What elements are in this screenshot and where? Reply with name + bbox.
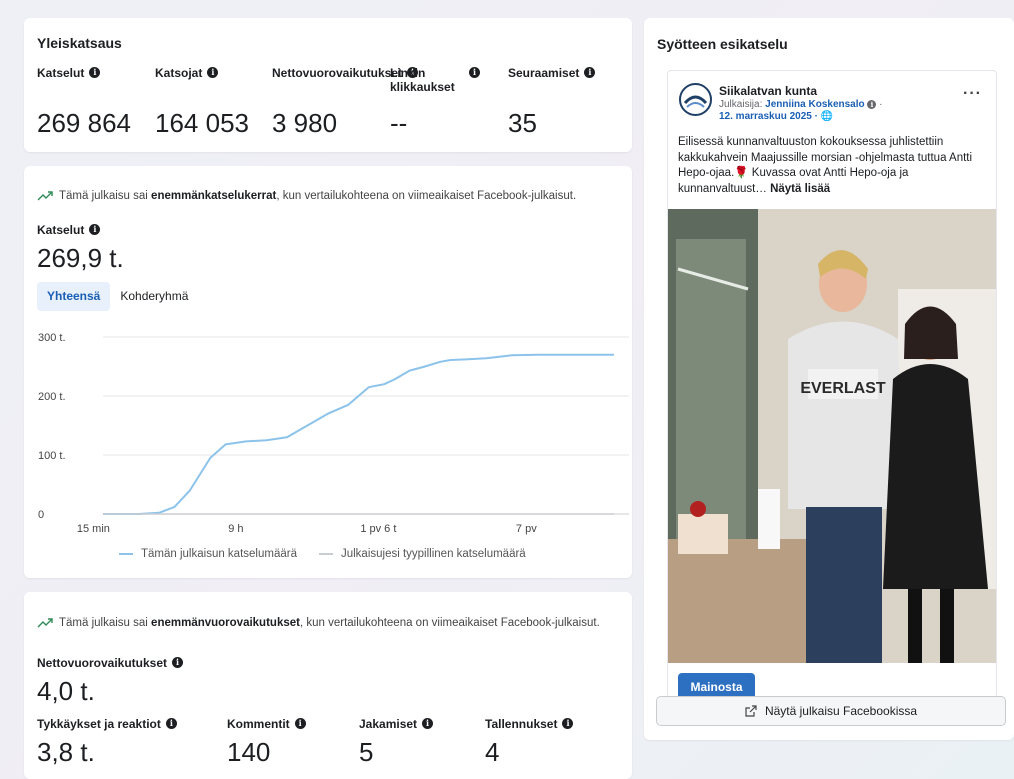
overview-title: Yleiskatsaus xyxy=(37,35,122,51)
legend-swatch xyxy=(119,553,133,555)
publisher-prefix: Julkaisija: xyxy=(719,99,766,110)
y-tick-label: 200 t. xyxy=(38,391,66,403)
metric-label: Tykkäykset ja reaktiot xyxy=(37,717,161,731)
trend-suffix: , kun vertailukohteena on viimeaikaiset … xyxy=(299,617,600,629)
trend-suffix: , kun vertailukohteena on viimeaikaiset … xyxy=(276,190,577,202)
overview-card: Yleiskatsaus Katselut i 269 864 Katsojat i… xyxy=(24,18,632,152)
metric-link-clicks: Linkin klikkaukset i -- xyxy=(390,66,480,138)
legend-label: Julkaisujesi tyypillinen katselumäärä xyxy=(340,548,526,560)
x-tick-label: 7 pv xyxy=(516,523,537,535)
trending-up-icon xyxy=(37,191,53,201)
views-card: Tämä julkaisu sai enemmänkatselukerrat, … xyxy=(24,166,632,578)
metric-label: Katselut xyxy=(37,66,85,80)
promote-button[interactable]: Mainosta xyxy=(678,673,755,697)
metric-label: Kommentit xyxy=(227,717,290,731)
post-date-line: 12. marraskuu 2025 · 🌐 xyxy=(719,111,833,122)
metric-label: Linkin klikkaukset xyxy=(390,66,455,94)
info-icon[interactable]: i xyxy=(584,67,596,78)
x-tick-label: 9 h xyxy=(228,523,243,535)
info-icon[interactable]: i xyxy=(469,67,480,78)
views-value: 269,9 t. xyxy=(37,243,124,273)
trend-prefix: Tämä julkaisu sai xyxy=(59,190,152,202)
metric-shares: Jakamiset i 5 xyxy=(359,717,434,767)
net-interactions-label: Nettovuorovaikutukset xyxy=(37,656,168,670)
publisher-link[interactable]: Jenniina Koskensalo xyxy=(765,99,864,110)
legend-label: Tämän julkaisun katselumäärä xyxy=(141,548,297,560)
metric-label: Seuraamiset xyxy=(508,66,580,80)
x-tick-label: 1 pv 6 t xyxy=(360,523,396,535)
more-options-icon[interactable]: ··· xyxy=(963,85,982,103)
municipality-logo-icon xyxy=(682,86,709,113)
metric-value: 3 980 xyxy=(272,108,338,138)
legend-swatch xyxy=(318,553,333,555)
views-line-chart: 0 100 t. 200 t. 300 t. 15 min 9 h 1 pv 6 t 7 pv xyxy=(38,332,629,535)
views-tabs: Yhteensä Kohderyhmä xyxy=(37,282,198,311)
tab-audience[interactable]: Kohderyhmä xyxy=(110,282,198,311)
preview-title: Syötteen esikatselu xyxy=(657,36,788,52)
post-date[interactable]: 12. marraskuu 2025 · xyxy=(719,111,818,122)
legend-item-typical: Julkaisujesi tyypillinen katselumäärä xyxy=(318,548,526,560)
post-preview: Siikalatvan kunta Julkaisija: Jenniina K… xyxy=(667,70,997,698)
metric-net-interactions: Nettovuorovaikutukset i 3 980 xyxy=(272,66,419,138)
feed-preview-card: Syötteen esikatselu Siikalatvan kunta Ju… xyxy=(644,18,1014,740)
info-icon[interactable]: i xyxy=(89,224,101,235)
page-name[interactable]: Siikalatvan kunta xyxy=(719,84,817,98)
views-trend-note: Tämä julkaisu sai enemmänkatselukerrat, … xyxy=(37,190,576,202)
info-icon[interactable]: i xyxy=(89,67,101,78)
tab-total[interactable]: Yhteensä xyxy=(37,282,111,311)
metric-label: Nettovuorovaikutukset xyxy=(272,66,403,80)
interactions-trend-note: Tämä julkaisu sai enemmänvuorovaikutukse… xyxy=(37,617,600,629)
info-icon[interactable]: i xyxy=(207,67,219,78)
view-on-facebook-button[interactable]: Näytä julkaisu Facebookissa xyxy=(656,696,1006,726)
net-interactions-value: 4,0 t. xyxy=(37,676,95,706)
trend-bold: enemmänvuorovaikutukset xyxy=(151,617,300,629)
metric-value: 4 xyxy=(485,737,500,767)
info-icon[interactable]: i xyxy=(562,718,574,729)
metric-value: 164 053 xyxy=(155,108,249,138)
post-text: Eilisessä kunnanvaltuuston kokouksessa j… xyxy=(678,135,990,197)
page-avatar[interactable] xyxy=(679,83,712,116)
external-link-icon xyxy=(745,705,757,717)
chart-legend: Tämän julkaisun katselumäärä Julkaisujes… xyxy=(119,548,526,560)
view-on-facebook-label: Näytä julkaisu Facebookissa xyxy=(764,704,918,718)
metric-label: Tallennukset xyxy=(485,717,558,731)
metric-reactions: Tykkäykset ja reaktiot i 3,8 t. xyxy=(37,717,177,767)
metric-views: Katselut i 269 864 xyxy=(37,66,167,138)
metric-follows: Seuraamiset i 35 xyxy=(508,66,638,138)
metric-value: 3,8 t. xyxy=(37,737,95,767)
interactions-card: Tämä julkaisu sai enemmänvuorovaikutukse… xyxy=(24,592,632,779)
metric-viewers: Katsojat i 164 053 xyxy=(155,66,285,138)
trending-up-icon xyxy=(37,618,53,628)
views-label: Katselut xyxy=(37,223,85,237)
metric-value: 35 xyxy=(508,108,537,138)
metric-label: Jakamiset xyxy=(359,717,418,731)
see-more-link[interactable]: Näytä lisää xyxy=(770,183,830,195)
trend-prefix: Tämä julkaisu sai xyxy=(59,617,152,629)
y-tick-label: 300 t. xyxy=(38,332,66,344)
shirt-print: EVERLAST xyxy=(800,380,886,397)
x-tick-label: 15 min xyxy=(77,523,110,535)
metric-label: Katsojat xyxy=(155,66,203,80)
y-tick-label: 100 t. xyxy=(38,450,66,462)
series-line-this-post xyxy=(103,353,614,515)
post-photo[interactable]: EVERLAST xyxy=(668,209,997,663)
info-icon[interactable]: i xyxy=(172,657,184,668)
info-icon[interactable]: i xyxy=(422,718,434,729)
metric-saves: Tallennukset i 4 xyxy=(485,717,574,767)
metric-value: -- xyxy=(390,108,408,138)
publisher-line: Julkaisija: Jenniina Koskensalo i · xyxy=(719,99,883,110)
y-tick-label: 0 xyxy=(38,509,44,521)
metric-value: 140 xyxy=(227,737,271,767)
metric-value: 5 xyxy=(359,737,374,767)
metric-value: 269 864 xyxy=(37,108,131,138)
trend-bold: enemmänkatselukerrat xyxy=(151,190,277,202)
info-icon[interactable]: i xyxy=(165,718,177,729)
info-icon[interactable]: i xyxy=(294,718,306,729)
metric-comments: Kommentit i 140 xyxy=(227,717,306,767)
info-icon[interactable]: i xyxy=(867,100,877,109)
globe-icon: 🌐 xyxy=(820,111,834,122)
legend-item-this-post: Tämän julkaisun katselumäärä xyxy=(119,548,297,560)
